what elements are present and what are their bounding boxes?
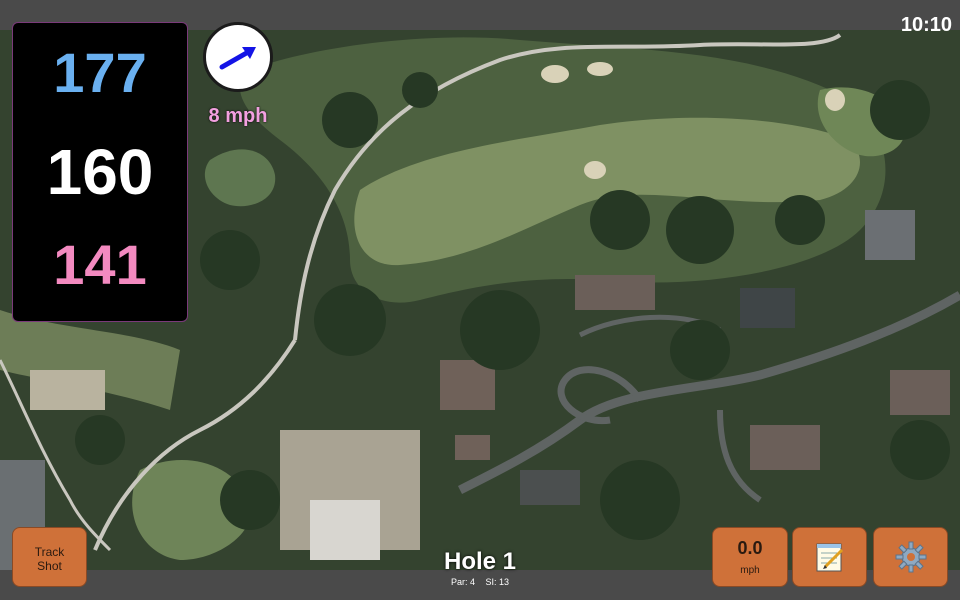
track-shot-label-line1: Track bbox=[34, 545, 65, 559]
track-shot-label-line2: Shot bbox=[37, 559, 62, 573]
clock: 10:10 bbox=[900, 14, 952, 36]
hole-stroke-index: SI: 13 bbox=[485, 577, 510, 587]
hole-title: Hole 1 bbox=[443, 548, 517, 575]
notes-button[interactable] bbox=[792, 527, 867, 587]
wind-speed-unit: mph bbox=[740, 565, 760, 576]
distance-middle: 160 bbox=[46, 136, 154, 208]
hole-par: Par: 4 bbox=[450, 577, 475, 587]
golf-gps-screen: 10:10 177 160 141 8 mph Track Shot Hole … bbox=[0, 0, 960, 600]
arrow-icon bbox=[219, 47, 256, 70]
wind-direction-dial bbox=[203, 22, 273, 92]
distance-back: 177 bbox=[53, 41, 147, 104]
track-shot-button[interactable]: Track Shot bbox=[12, 527, 87, 587]
distance-front: 141 bbox=[53, 233, 147, 296]
distance-panel: 177 160 141 bbox=[12, 22, 188, 322]
wind-speed-label: 8 mph bbox=[208, 105, 268, 127]
gear-icon bbox=[895, 541, 926, 573]
wind-speed-button[interactable]: 0.0 mph bbox=[712, 527, 788, 587]
wind-speed-value: 0.0 bbox=[737, 538, 763, 558]
hole-meta: Par: 4 SI: 13 bbox=[380, 577, 580, 587]
notepad-icon bbox=[816, 543, 843, 572]
settings-button[interactable] bbox=[873, 527, 948, 587]
